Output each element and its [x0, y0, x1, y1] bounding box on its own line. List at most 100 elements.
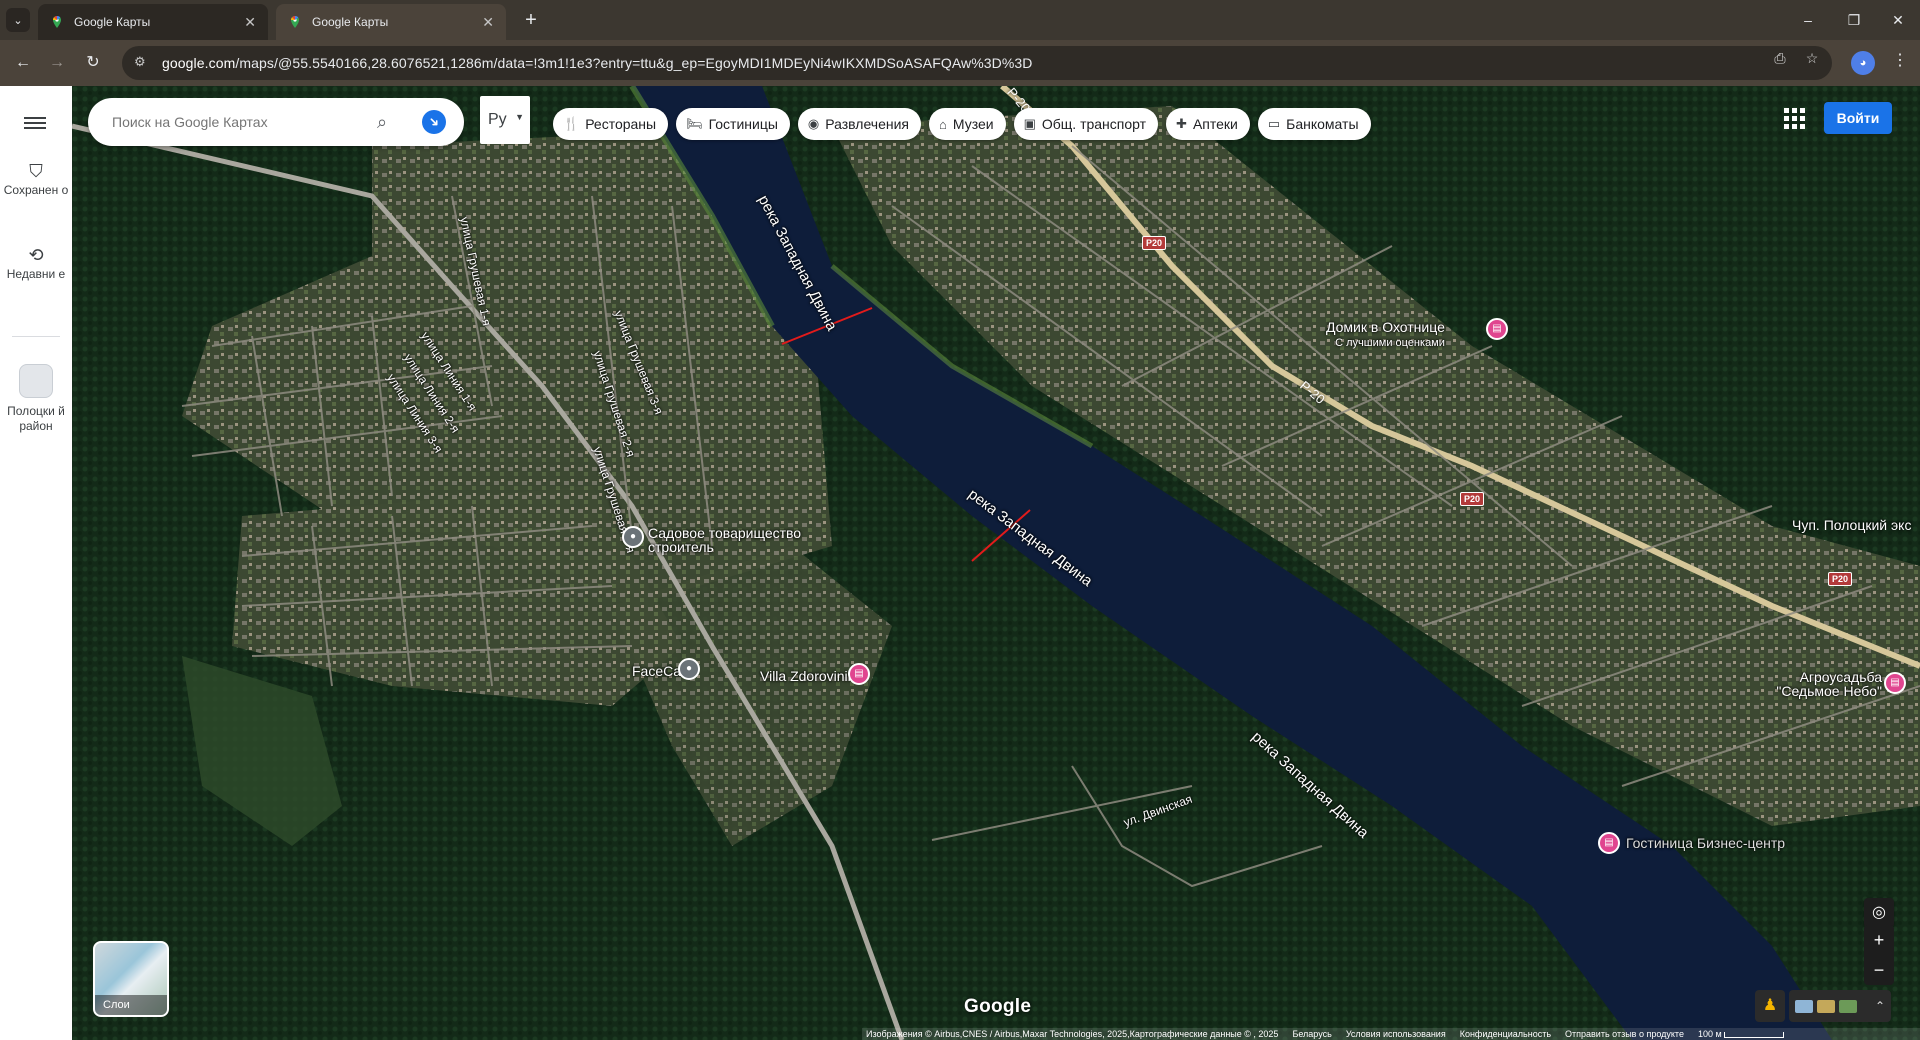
place-pin-icon[interactable]: ● [678, 658, 700, 680]
hotel-icon: 🛏 [686, 116, 703, 131]
chip-transit[interactable]: ▣ Общ. транспорт [1013, 108, 1159, 140]
poi-label[interactable]: Агроусадьба "Седьмое Небо" [1772, 670, 1882, 698]
rail-item-polotsk-district[interactable]: Полоцки й район [0, 364, 72, 434]
camera-icon: ◉ [807, 116, 820, 131]
url-path: /maps/@55.5540166,28.6076521,1286m/data=… [235, 55, 1033, 71]
google-maps-favicon-icon [291, 16, 299, 28]
profile-avatar[interactable]: ◕ [1851, 51, 1875, 75]
close-tab-icon[interactable]: ✕ [482, 14, 494, 31]
bookmark-icon: ⛉ [29, 161, 43, 181]
site-info-icon[interactable]: ⚙ [134, 54, 152, 72]
chip-pharmacies[interactable]: ✚ Аптеки [1166, 108, 1250, 140]
maps-left-rail: ⛉ Сохранен о ⟲ Недавни е Полоцки й район [0, 86, 72, 1040]
zoom-out-button[interactable]: − [1864, 955, 1894, 985]
rail-item-saved[interactable]: ⛉ Сохранен о [0, 161, 72, 198]
map-layer-thumb[interactable] [1795, 999, 1813, 1013]
chip-entertainment[interactable]: ◉ Развлечения [797, 108, 922, 140]
map-imagery [72, 86, 1920, 1040]
new-tab-button[interactable]: + [520, 10, 542, 32]
hotel-pin-icon[interactable]: ▤ [848, 663, 870, 685]
google-maps-favicon-icon [53, 16, 61, 28]
back-icon[interactable]: ← [10, 50, 36, 76]
close-window-button[interactable]: ✕ [1878, 6, 1918, 34]
hotel-pin-icon[interactable]: ▤ [1884, 672, 1906, 694]
rail-item-label: Недавни е [6, 267, 66, 281]
hotel-pin-icon[interactable]: ▤ [1486, 318, 1508, 340]
chip-restaurants[interactable]: 🍴 Рестораны [553, 108, 669, 140]
poi-name: Домик в Охотнице [1326, 319, 1445, 335]
terrain-layer-thumb[interactable] [1817, 999, 1835, 1013]
reload-icon[interactable]: ↻ [80, 50, 106, 76]
minimize-button[interactable]: – [1788, 6, 1828, 34]
google-apps-icon[interactable] [1782, 106, 1806, 130]
restaurant-icon: 🍴 [563, 116, 580, 131]
forward-icon[interactable]: → [44, 50, 70, 76]
rail-item-recent[interactable]: ⟲ Недавни е [0, 245, 72, 282]
terms-link[interactable]: Условия использования [1346, 1029, 1446, 1039]
tab-search-button[interactable]: ⌄ [6, 8, 30, 32]
satellite-layer-thumb[interactable] [1839, 999, 1857, 1013]
poi-label[interactable]: Домик в Охотнице С лучшими оценками [1326, 320, 1445, 350]
imagery-attribution: Изображения © Airbus,CNES / Airbus,Maxar… [866, 1029, 1279, 1039]
mini-layers-control[interactable]: ⌃ [1789, 990, 1891, 1022]
rail-item-label: Полоцки й район [7, 404, 65, 433]
chip-hotels[interactable]: 🛏 Гостиницы [676, 108, 790, 140]
pharmacy-icon: ✚ [1176, 116, 1187, 131]
chevron-down-icon: ▼ [515, 112, 524, 122]
area-thumbnail [19, 364, 53, 398]
url-domain: google.com [162, 55, 236, 71]
poi-label[interactable]: Садовое товарищество строитель [648, 526, 818, 554]
route-shield: P20 [1460, 492, 1485, 506]
map-footer: Изображения © Airbus,CNES / Airbus,Maxar… [862, 1028, 1920, 1040]
install-app-icon[interactable]: ⎙ [1770, 48, 1790, 68]
feedback-link[interactable]: Отправить отзыв о продукте [1565, 1029, 1684, 1039]
poi-label[interactable]: Чуп. Полоцкий экс [1792, 518, 1911, 532]
atm-icon: ▭ [1267, 116, 1281, 131]
chip-atms[interactable]: ▭ Банкоматы [1257, 108, 1371, 140]
my-location-icon[interactable]: ◎ [1864, 898, 1894, 928]
browser-toolbar: ← → ↻ ⚙ google.com/maps/@55.5540166,28.6… [0, 40, 1920, 86]
restore-button[interactable]: ❐ [1834, 6, 1874, 34]
search-input[interactable] [112, 114, 362, 130]
scale-control[interactable]: 100 м [1697, 1029, 1785, 1039]
zoom-control: + − [1864, 925, 1894, 985]
hotel-pin-icon[interactable]: ▤ [1598, 832, 1620, 854]
chip-label: Рестораны [585, 116, 657, 132]
search-icon[interactable]: ⌕ [370, 110, 394, 134]
bookmark-star-icon[interactable]: ☆ [1802, 48, 1822, 68]
search-box: ⌕ ➜ [88, 98, 464, 146]
history-icon: ⟲ [28, 245, 44, 265]
close-tab-icon[interactable]: ✕ [244, 14, 256, 31]
hamburger-icon[interactable] [24, 114, 46, 130]
poi-badge: С лучшими оценками [1335, 337, 1445, 349]
street-view-pegman-icon[interactable]: ♟ [1755, 990, 1785, 1022]
address-bar[interactable]: ⚙ google.com/maps/@55.5540166,28.6076521… [122, 46, 1832, 80]
browser-menu-icon[interactable]: ⋮ [1892, 50, 1908, 70]
chip-label: Музеи [952, 116, 994, 132]
chip-label: Гостиницы [708, 116, 778, 132]
country-link[interactable]: Беларусь [1292, 1029, 1331, 1039]
chevron-up-icon[interactable]: ⌃ [1875, 999, 1885, 1013]
chip-museums[interactable]: ⌂ Музеи [929, 108, 1006, 140]
url-text: google.com/maps/@55.5540166,28.6076521,1… [162, 55, 1033, 71]
route-shield: P20 [1828, 572, 1853, 586]
browser-tab-active[interactable]: Google Карты ✕ [276, 4, 506, 40]
language-value: Ру [488, 111, 507, 128]
layers-label: Слои [95, 995, 167, 1015]
language-select[interactable]: Ру ▼ [480, 96, 530, 144]
satellite-map[interactable]: река Западная Двина река Западная Двина … [72, 86, 1920, 1040]
tab-title: Google Карты [74, 15, 151, 29]
layers-button[interactable]: Слои [93, 941, 169, 1017]
chip-label: Развлечения [825, 116, 910, 132]
place-pin-icon[interactable]: ● [622, 526, 644, 548]
privacy-link[interactable]: Конфиденциальность [1460, 1029, 1551, 1039]
scale-label: 100 м [1697, 1029, 1722, 1039]
directions-icon[interactable]: ➜ [417, 105, 451, 139]
category-chips: 🍴 Рестораны 🛏 Гостиницы ◉ Развлечения ⌂ Музе… [553, 108, 1371, 140]
zoom-in-button[interactable]: + [1864, 925, 1894, 955]
chip-label: Общ. транспорт [1041, 116, 1147, 132]
browser-tab[interactable]: Google Карты ✕ [38, 4, 268, 40]
poi-label[interactable]: Гостиница Бизнес-центр [1626, 836, 1785, 850]
route-shield: P20 [1142, 236, 1167, 250]
sign-in-button[interactable]: Войти [1824, 102, 1892, 134]
